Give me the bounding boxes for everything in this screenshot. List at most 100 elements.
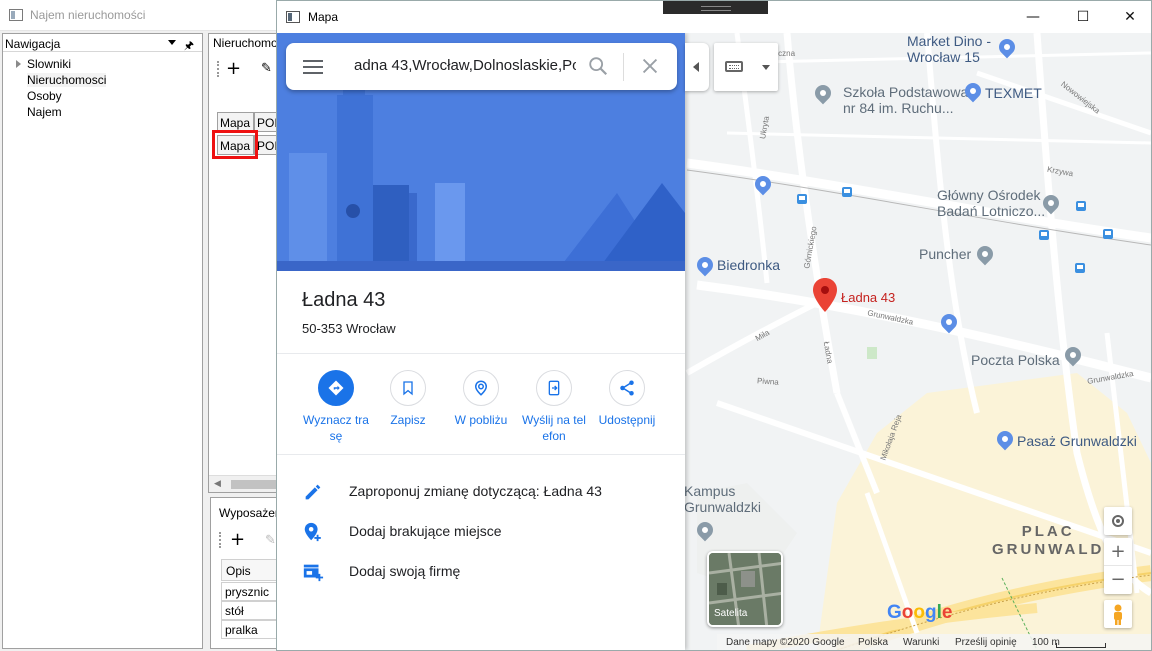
nav-item-slowniki[interactable]: Slowniki xyxy=(27,57,71,71)
search-box[interactable]: adna 43,Wrocław,Dolnoslaskie,Polska xyxy=(286,43,677,90)
bus-stop-icon[interactable] xyxy=(1075,263,1085,273)
place-hero-illustration: adna 43,Wrocław,Dolnoslaskie,Polska xyxy=(277,33,685,271)
zoom-in-button[interactable]: + xyxy=(1104,538,1132,566)
map-window-icon xyxy=(286,11,300,23)
search-divider xyxy=(623,53,624,81)
toolbar-grip xyxy=(217,61,219,77)
send-to-phone-icon xyxy=(536,370,572,406)
poi-label-aviation[interactable]: Główny Ośrodek Badań Lotniczo... xyxy=(937,187,1045,219)
navigation-header: Nawigacja 🖈 xyxy=(3,34,202,52)
grid-cell-poi[interactable]: POI xyxy=(254,112,277,132)
highlight-box xyxy=(212,130,258,159)
poi-label-school[interactable]: Szkoła Podstawowa nr 84 im. Ruchu... xyxy=(843,84,968,116)
scroll-thumb[interactable] xyxy=(231,480,277,489)
bus-stop-icon[interactable] xyxy=(842,187,852,197)
column-header-opis[interactable]: Opis xyxy=(221,559,277,581)
properties-header: Nieruchomości xyxy=(213,36,278,50)
bus-stop-icon[interactable] xyxy=(797,194,807,204)
nearby-icon xyxy=(463,370,499,406)
app-window-icon xyxy=(9,9,23,21)
district-label: PLAC GRUNWALD xyxy=(992,523,1105,558)
horizontal-scrollbar[interactable]: ◀ xyxy=(209,475,277,492)
add-place-icon xyxy=(304,522,321,542)
bus-stop-icon[interactable] xyxy=(1076,201,1086,211)
pegman-icon xyxy=(1114,604,1122,625)
share-button[interactable]: Udostępnij xyxy=(590,370,664,428)
table-row[interactable]: prysznic xyxy=(221,582,277,601)
satellite-toggle[interactable]: Satelita xyxy=(707,551,783,627)
feedback-link[interactable]: Prześlij opinię xyxy=(955,637,1017,648)
nearby-label: W pobliżu xyxy=(454,413,508,427)
directions-button[interactable]: Wyznacz tra sę xyxy=(299,370,373,444)
navigation-panel: Nawigacja 🖈 Slowniki Nieruchomosci Osoby… xyxy=(2,33,203,649)
map-area[interactable]: Market Dino - Wrocław 15 Szkoła Podstawow… xyxy=(277,33,1151,650)
nav-item-najem[interactable]: Najem xyxy=(27,105,62,119)
table-row[interactable]: stół xyxy=(221,601,277,620)
table-row[interactable]: pralka xyxy=(221,620,277,639)
search-icon[interactable] xyxy=(587,55,609,77)
edit-icon[interactable]: ✎ xyxy=(265,533,276,548)
bus-stop-icon[interactable] xyxy=(1039,230,1049,240)
nav-item-nieruchomosci[interactable]: Nieruchomosci xyxy=(27,73,107,87)
map-titlebar[interactable]: Mapa — ☐ ✕ xyxy=(277,1,1151,33)
chevron-down-icon[interactable] xyxy=(168,40,176,45)
send-to-phone-button[interactable]: Wyślij na tel efon xyxy=(517,370,591,444)
add-icon[interactable]: + xyxy=(230,529,245,550)
directions-icon xyxy=(318,370,354,406)
bus-stop-icon[interactable] xyxy=(1103,229,1113,239)
zoom-out-button[interactable]: − xyxy=(1104,566,1132,594)
edit-icon[interactable]: ✎ xyxy=(261,61,272,76)
satellite-label: Satelita xyxy=(714,608,748,619)
poi-label-market[interactable]: Market Dino - Wrocław 15 xyxy=(907,33,991,65)
save-button[interactable]: Zapisz xyxy=(371,370,445,428)
bookmark-icon xyxy=(390,370,426,406)
logo-letter: o xyxy=(913,602,925,623)
save-label: Zapisz xyxy=(390,413,426,427)
map-window-title: Mapa xyxy=(308,10,339,24)
properties-panel: Nieruchomości + ✎ Mapa POI Mapa POI ◀ xyxy=(208,33,278,493)
my-location-button[interactable] xyxy=(1104,507,1132,535)
add-place-label: Dodaj brakujące miejsce xyxy=(349,523,502,539)
street-view-pegman[interactable] xyxy=(1104,600,1132,628)
close-button[interactable]: ✕ xyxy=(1120,7,1140,27)
nav-item-osoby[interactable]: Osoby xyxy=(27,89,62,103)
pin-icon[interactable]: 🖈 xyxy=(184,37,194,56)
menu-icon[interactable] xyxy=(303,60,323,74)
nearby-button[interactable]: W pobliżu xyxy=(444,370,518,428)
logo-letter: o xyxy=(901,602,914,623)
location-marker-icon[interactable] xyxy=(813,278,837,312)
add-business-item[interactable]: Dodaj swoją firmę xyxy=(302,559,672,583)
collapse-panel-button[interactable] xyxy=(685,43,709,91)
toolbar-grip xyxy=(219,532,221,548)
scroll-left-icon[interactable]: ◀ xyxy=(214,479,221,489)
poi-label-texmet[interactable]: TEXMET xyxy=(985,85,1042,101)
close-icon[interactable] xyxy=(639,55,661,77)
pencil-icon xyxy=(305,484,321,500)
divider xyxy=(277,454,685,455)
poi-label-puncher[interactable]: Puncher xyxy=(919,246,971,262)
poi-label-pasaz[interactable]: Pasaż Grunwaldzki xyxy=(1017,433,1137,449)
place-panel: adna 43,Wrocław,Dolnoslaskie,Polska Ładn… xyxy=(277,33,685,650)
grid-cell-mapa[interactable]: Mapa xyxy=(217,112,254,132)
suggest-edit-item[interactable]: Zaproponuj zmianę dotyczącą: Ładna 43 xyxy=(302,479,672,503)
zoom-controls: + − xyxy=(1104,538,1132,594)
minimize-button[interactable]: — xyxy=(1023,7,1043,27)
chevron-down-icon[interactable] xyxy=(762,65,770,70)
background-window-title: Najem nieruchomości xyxy=(30,8,146,22)
drag-handle[interactable] xyxy=(663,1,768,14)
input-tools-button[interactable] xyxy=(714,43,778,91)
maximize-button[interactable]: ☐ xyxy=(1073,7,1093,27)
poi-label-kampus[interactable]: Kampus Grunwaldzki xyxy=(684,483,761,515)
divider xyxy=(277,353,685,354)
add-place-item[interactable]: Dodaj brakujące miejsce xyxy=(302,519,672,543)
poi-label-post[interactable]: Poczta Polska xyxy=(971,352,1060,368)
marker-label[interactable]: Ładna 43 xyxy=(841,290,895,305)
tree-expand-icon[interactable] xyxy=(16,60,21,68)
equipment-header: Wyposażenie xyxy=(219,506,277,520)
terms-link[interactable]: Warunki xyxy=(903,637,939,648)
region-link[interactable]: Polska xyxy=(858,637,888,648)
map-window: Mapa — ☐ ✕ Market Dino - Wrocław 15 Szko… xyxy=(276,0,1152,651)
add-icon[interactable]: + xyxy=(226,58,241,79)
poi-label-biedronka[interactable]: Biedronka xyxy=(717,257,780,273)
search-input[interactable]: adna 43,Wrocław,Dolnoslaskie,Polska xyxy=(354,57,576,74)
